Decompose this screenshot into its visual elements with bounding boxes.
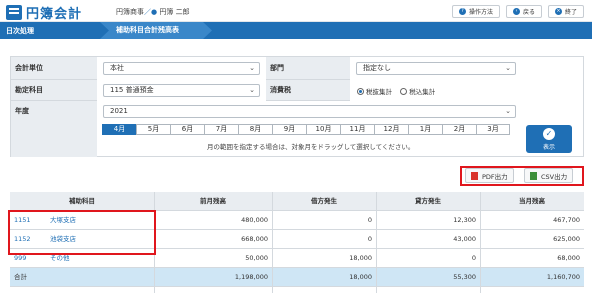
unit-select[interactable]: 本社 ⌄ [103,62,260,75]
dept-label: 部門 [266,57,350,80]
tax-label: 消費税 [266,80,350,101]
prev-balance: 50,000 [245,254,268,262]
col-header: 借方発生 [311,197,337,205]
company-name: 円簿商事 [116,8,144,16]
back-button[interactable]: ‹ 戻る [505,5,542,18]
debit: 18,000 [349,254,372,262]
month-range-hint: 月の範囲を指定する場合は、対象月をドラッグして選択してください。 [207,143,415,151]
month-button[interactable]: 8月 [238,124,272,135]
total-credit: 55,300 [453,273,476,281]
account-select[interactable]: 115 普通預金 ⌄ [103,84,260,97]
help-label: 操作方法 [468,9,493,16]
month-button[interactable]: 6月 [170,124,204,135]
radio-off-icon [400,87,408,95]
month-button[interactable]: 7月 [204,124,238,135]
column-divider [480,192,481,293]
col-header: 貸方発生 [415,197,441,205]
radio-on-icon [357,87,364,95]
separator: ／● [144,8,158,16]
year-select[interactable]: 2021 ⌄ [103,105,516,118]
app-logo: 円簿会計 [6,3,82,22]
column-divider [272,192,273,293]
rows-highlight [8,210,156,255]
balance: 625,000 [553,235,580,243]
tax-radio-group: 税抜集計 税込集計 [357,86,441,97]
credit: 0 [471,254,476,262]
filter-panel: 会計単位 本社 ⌄ 部門 指定なし ⌄ 勘定科目 115 普通預金 ⌄ 消費税 税抜集… [10,56,584,157]
total-row: 合計 1,198,000 18,000 55,300 1,160,700 [10,268,584,287]
chevron-down-icon: ⌄ [505,64,511,72]
month-button[interactable]: 2月 [442,124,476,135]
unit-label: 会計単位 [11,57,97,80]
balance: 467,700 [553,216,580,224]
chevron-down-icon: ⌄ [249,64,255,72]
export-highlight [460,166,584,186]
show-button[interactable]: ✓ 表示 [526,125,572,153]
exit-label: 終了 [564,9,577,16]
dept-select[interactable]: 指定なし ⌄ [356,62,516,75]
balance: 68,000 [557,254,580,262]
sub-account-name[interactable]: その他 [50,254,70,262]
month-selector: 4月 5月 6月 7月 8月 9月 10月 11月 12月 1月 2月 3月 [102,124,510,135]
back-label: 戻る [522,9,535,16]
chevron-down-icon: ⌄ [505,107,511,115]
total-debit: 18,000 [349,273,372,281]
month-button[interactable]: 1月 [408,124,442,135]
breadcrumb: 日次処理 補助科目合計残高表 [0,22,592,39]
exit-button[interactable]: × 終了 [547,5,584,18]
tax-exclusive-label: 税抜集計 [366,88,392,96]
debit: 0 [367,216,372,224]
help-button[interactable]: ? 操作方法 [451,5,500,18]
month-button[interactable]: 4月 [102,124,136,135]
app-header: 円簿会計 円簿商事／● 円簿 二郎 ? 操作方法 ‹ 戻る × 終了 [0,0,592,22]
col-header: 当月残高 [519,197,545,205]
month-button[interactable]: 3月 [476,124,510,135]
company-user-info: 円簿商事／● 円簿 二郎 [116,7,190,17]
prev-balance: 668,000 [241,235,268,243]
app-title: 円簿会計 [26,7,83,22]
account-label: 勘定科目 [11,80,97,101]
col-header: 補助科目 [69,197,95,205]
close-icon: × [554,8,562,15]
prev-balance: 480,000 [241,216,268,224]
dept-value: 指定なし [363,64,391,72]
question-icon: ? [458,8,466,15]
unit-value: 本社 [110,64,124,72]
month-button[interactable]: 11月 [340,124,374,135]
breadcrumb-section[interactable]: 日次処理 [6,26,34,36]
account-value: 115 普通預金 [110,86,154,94]
debit: 0 [367,235,372,243]
total-balance: 1,160,700 [546,273,580,281]
breadcrumb-page: 補助科目合計残高表 [100,22,212,39]
column-divider [376,192,377,293]
tax-inclusive-radio[interactable]: 税込集計 [400,86,435,96]
show-label: 表示 [542,144,555,151]
month-button[interactable]: 5月 [136,124,170,135]
table-header: 補助科目 前月残高 借方発生 貸方発生 当月残高 [10,192,584,211]
tax-exclusive-radio[interactable]: 税抜集計 [357,86,392,96]
year-value: 2021 [110,107,128,115]
total-prev: 1,198,000 [234,273,268,281]
user-name: 円簿 二郎 [159,8,190,16]
ledger-icon [6,5,22,20]
year-label: 年度 [11,101,97,157]
total-label: 合計 [14,273,27,281]
chevron-down-icon: ⌄ [249,86,255,94]
col-header: 前月残高 [200,197,226,205]
tax-inclusive-label: 税込集計 [409,88,436,96]
month-button[interactable]: 10月 [306,124,340,135]
month-button[interactable]: 9月 [272,124,306,135]
check-icon: ✓ [543,128,555,140]
back-arrow-icon: ‹ [512,8,520,15]
credit: 43,000 [453,235,476,243]
month-button[interactable]: 12月 [374,124,408,135]
credit: 12,300 [453,216,476,224]
